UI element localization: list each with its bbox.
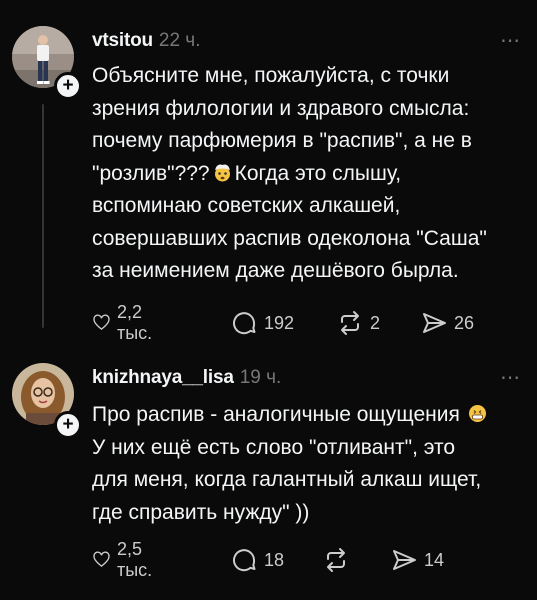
reply-count: 18: [264, 549, 285, 570]
share-count: 26: [454, 312, 475, 333]
thread-line: [42, 104, 44, 328]
repost-count: 2: [370, 312, 381, 333]
reply-button[interactable]: 18: [230, 545, 284, 575]
thread-post-1: + vtsitou 22 ч. ⋯ Объясните мне, пожалуйс…: [0, 0, 537, 345]
heart-icon: [93, 551, 110, 567]
post-line: для меня, когда галантный алкаш ищет,: [92, 468, 482, 491]
repost-icon: [341, 311, 359, 335]
post-header: knizhnaya__lisa 19 ч.: [92, 367, 281, 389]
reply-count: 192: [264, 312, 295, 333]
post-header: vtsitou 22 ч.: [92, 30, 200, 52]
timestamp: 19 ч.: [239, 367, 282, 388]
post-line: Про распив - аналогичные ощущения: [92, 399, 532, 432]
post-line-part: "розлив"???: [92, 161, 210, 185]
send-icon: [393, 550, 416, 570]
post-line: вспоминаю советских алкашей,: [92, 194, 401, 217]
post-line: зрения филологии и здравого смысла:: [92, 96, 470, 120]
like-count: 2,5 тыс.: [116, 539, 153, 580]
post-line-part: Про распив - аналогичные ощущения: [92, 403, 460, 426]
post-line: "розлив"??? Когда это слышу,: [92, 158, 532, 191]
post-line: совершавших распив одеколона "Саша": [92, 226, 487, 250]
post-line-part: Когда это слышу,: [234, 161, 402, 185]
reply-button[interactable]: 192: [230, 308, 294, 338]
like-count: 2,2 тыс.: [116, 302, 153, 343]
post-line: за неимением даже дешёвого бырла.: [92, 259, 459, 282]
more-options-icon[interactable]: ⋯: [500, 365, 521, 390]
like-button[interactable]: 2,2 тыс.: [92, 302, 161, 343]
more-options-icon[interactable]: ⋯: [500, 28, 521, 53]
share-button[interactable]: 26: [420, 308, 474, 338]
post-line: У них ещё есть слово "отливант", это: [92, 435, 456, 459]
repost-button[interactable]: 2: [336, 308, 380, 338]
thread-post-2: + knizhnaya__lisa 19 ч. ⋯ Про распив - ан…: [0, 345, 537, 600]
send-icon: [423, 313, 446, 333]
heart-icon: [93, 314, 110, 330]
comment-icon: [233, 312, 256, 335]
timestamp: 22 ч.: [158, 30, 201, 51]
username[interactable]: vtsitou: [92, 30, 153, 51]
follow-plus-icon[interactable]: +: [54, 411, 82, 439]
share-button[interactable]: 14: [390, 545, 444, 575]
post-line: Объясните мне, пожалуйста, с точки: [92, 64, 450, 87]
post-text: Объясните мне, пожалуйста, с точки зрени…: [92, 60, 532, 288]
repost-icon: [327, 548, 345, 572]
like-button[interactable]: 2,5 тыс.: [92, 539, 161, 580]
share-count: 14: [424, 549, 445, 570]
username[interactable]: knizhnaya__lisa: [92, 367, 234, 388]
comment-icon: [233, 549, 256, 572]
post-line: почему парфюмерия в "распив", а не в: [92, 129, 472, 152]
grinning-face-emoji: [468, 401, 487, 422]
repost-button[interactable]: [322, 545, 350, 575]
post-text: Про распив - аналогичные ощущения У них …: [92, 399, 532, 529]
exploding-head-emoji: [213, 160, 232, 181]
post-line: где справить нужду" )): [92, 500, 310, 524]
follow-plus-icon[interactable]: +: [54, 72, 82, 100]
